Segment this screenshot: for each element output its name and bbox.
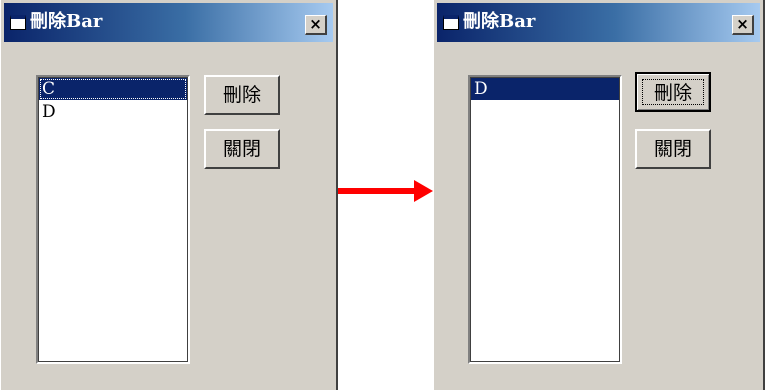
delete-button[interactable]: 刪除	[635, 72, 711, 112]
titlebar[interactable]: 刪除Bar ×	[437, 3, 760, 42]
delete-button[interactable]: 刪除	[204, 75, 280, 115]
bar-listbox[interactable]: D	[468, 75, 622, 364]
right-arrow-icon	[338, 188, 418, 194]
list-item[interactable]: C	[39, 78, 187, 100]
window-icon	[443, 15, 459, 30]
close-button[interactable]: 關閉	[635, 129, 711, 169]
list-item[interactable]: D	[39, 101, 187, 123]
window-title: 刪除Bar	[30, 11, 103, 32]
close-icon[interactable]: ×	[305, 15, 327, 35]
delete-button-label: 刪除	[642, 79, 704, 105]
dialog-before: 刪除Bar × C D 刪除 關閉	[0, 0, 338, 390]
window-title: 刪除Bar	[463, 11, 536, 32]
list-item[interactable]: D	[471, 78, 619, 100]
window-icon	[10, 15, 26, 30]
dialog-after: 刪除Bar × D 刪除 關閉	[433, 0, 765, 390]
bar-listbox[interactable]: C D	[36, 75, 190, 364]
titlebar[interactable]: 刪除Bar ×	[4, 3, 333, 42]
arrow-head-icon	[414, 180, 433, 202]
close-button[interactable]: 關閉	[204, 129, 280, 169]
close-icon[interactable]: ×	[732, 15, 754, 35]
